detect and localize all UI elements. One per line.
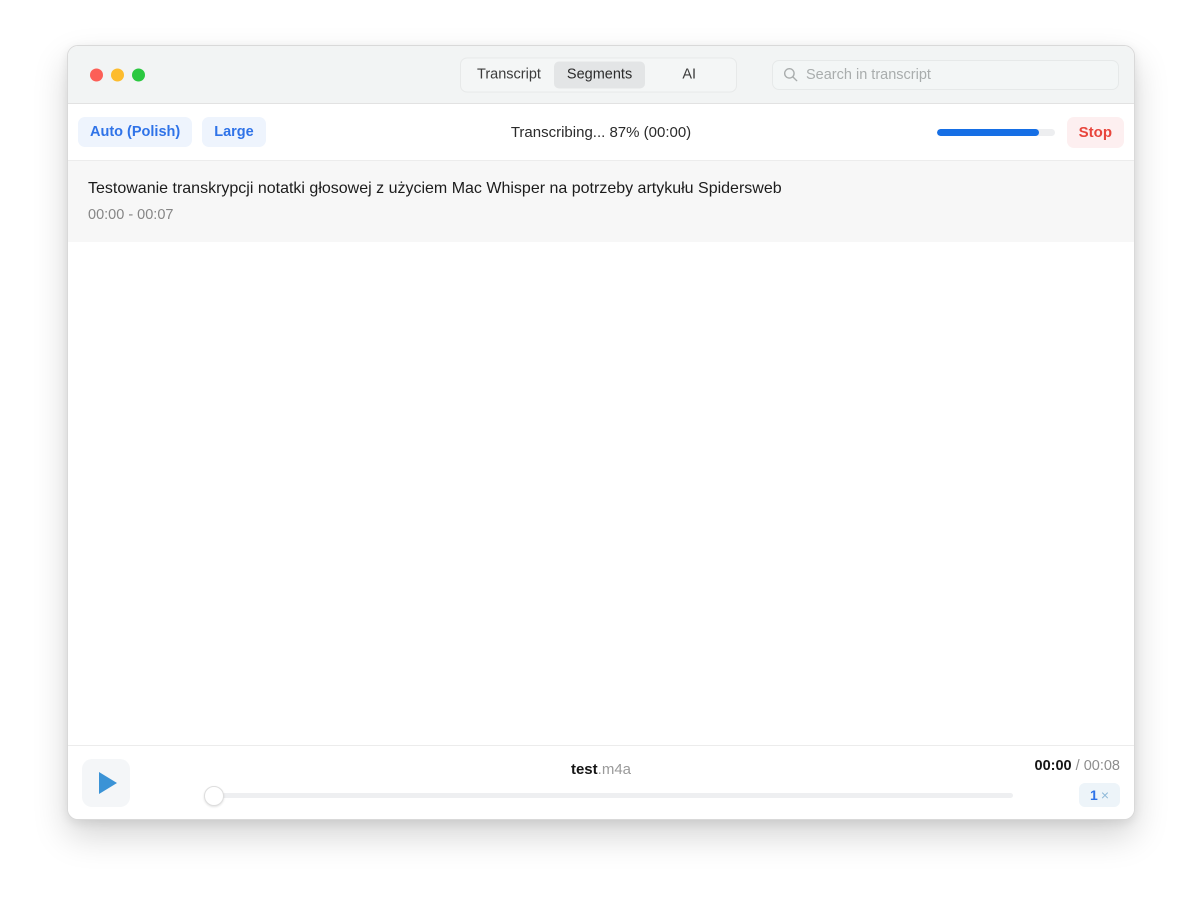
search-field[interactable]: Search in transcript: [772, 59, 1119, 90]
seek-slider[interactable]: [204, 785, 1013, 806]
close-button[interactable]: [90, 68, 103, 81]
segment-text: Testowanie transkrypcji notatki głosowej…: [88, 180, 782, 197]
tab-transcript[interactable]: Transcript: [464, 61, 554, 88]
segments-list: Testowanie transkrypcji notatki głosowej…: [68, 161, 1134, 745]
playback-speed-button[interactable]: 1 ×: [1079, 783, 1120, 807]
time-display: 00:00 / 00:08 1 ×: [1020, 758, 1120, 807]
file-name-base: test: [570, 761, 598, 778]
model-button[interactable]: Large: [202, 117, 266, 147]
play-icon: [99, 772, 117, 794]
progress-fill: [936, 128, 1040, 136]
view-segmented-control: Transcript Segments AI: [460, 57, 738, 92]
file-name: test.m4a: [68, 761, 1134, 778]
window-controls: [90, 68, 145, 81]
current-time: 00:00: [1034, 758, 1072, 774]
segment-timestamp: 00:00 - 00:07: [88, 206, 174, 223]
transcription-progress-bar: [936, 128, 1055, 136]
stop-button[interactable]: Stop: [1066, 116, 1124, 148]
playback-speed-value: 1: [1090, 787, 1098, 803]
toolbar-right-group: Stop: [936, 116, 1124, 148]
player-bar: test.m4a 00:00 / 00:08 1 ×: [68, 745, 1134, 819]
minimize-button[interactable]: [111, 68, 124, 81]
title-bar: Transcript Segments AI Search in transcr…: [68, 46, 1134, 104]
list-item[interactable]: Testowanie transkrypcji notatki głosowej…: [68, 161, 1134, 242]
maximize-button[interactable]: [132, 68, 145, 81]
language-button[interactable]: Auto (Polish): [78, 117, 193, 147]
time-separator: /: [1075, 758, 1080, 774]
seek-slider-knob[interactable]: [204, 785, 224, 806]
playback-speed-unit: ×: [1100, 787, 1109, 803]
tab-segments[interactable]: Segments: [553, 61, 646, 88]
app-window: Transcript Segments AI Search in transcr…: [67, 45, 1135, 820]
search-icon: [783, 67, 798, 82]
tab-ai[interactable]: AI: [645, 61, 733, 88]
transcription-toolbar: Auto (Polish) Large Transcribing... 87% …: [68, 104, 1134, 161]
play-button[interactable]: [82, 759, 130, 807]
file-name-extension: .m4a: [597, 761, 632, 778]
total-time: 00:08: [1083, 758, 1120, 774]
search-placeholder: Search in transcript: [806, 66, 931, 83]
